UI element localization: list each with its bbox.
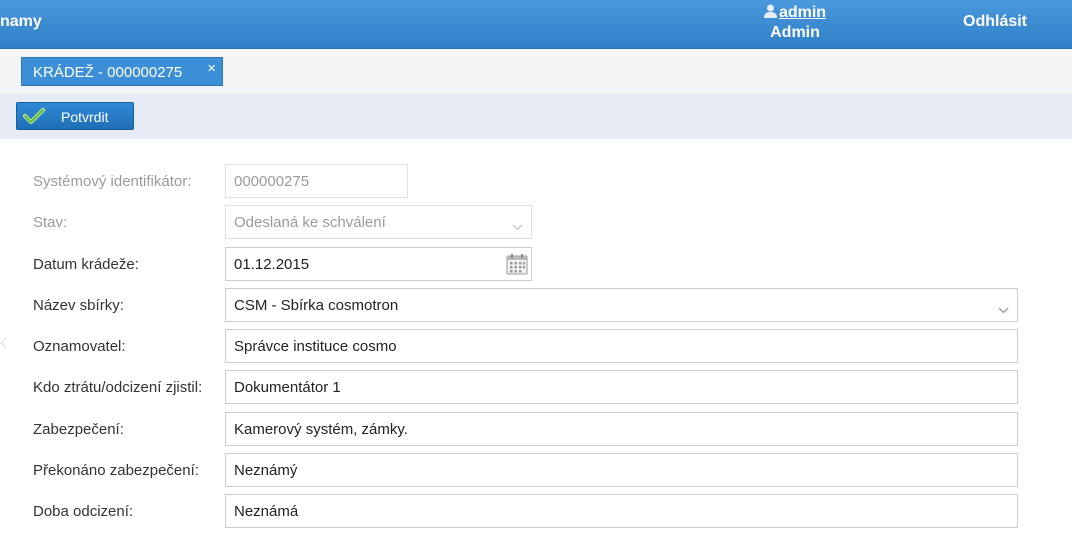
system-id-field: 000000275 [225,164,408,198]
theft-time-input[interactable]: Neznámá [225,494,1018,528]
checkmark-icon [23,107,45,128]
user-block: admin Admin [760,3,830,42]
status-select: Odeslaná ke schválení [225,205,532,239]
system-id-label: Systémový identifikátor: [33,173,192,190]
reporter-label: Oznamovatel: [33,338,126,355]
theft-date-input[interactable]: 01.12.2015 [225,247,532,281]
collection-name-value: CSM - Sbírka cosmotron [234,297,399,314]
calendar-icon[interactable] [506,253,528,279]
row-theft-time: Doba odcizení: Neznámá [0,494,1072,528]
toolbar: Potvrdit [0,94,1072,139]
discovered-by-label: Kdo ztrátu/odcizení zjistil: [33,379,203,396]
reporter-input[interactable]: Správce instituce cosmo [225,329,1018,363]
row-reporter: Oznamovatel: Správce instituce cosmo [0,329,1072,363]
security-input[interactable]: Kamerový systém, zámky. [225,412,1018,446]
row-security-overcome: Překonáno zabezpečení: Neznámý [0,453,1072,487]
confirm-button-label: Potvrdit [61,109,109,125]
security-overcome-input[interactable]: Neznámý [225,453,1018,487]
theft-time-label: Doba odcizení: [33,503,134,520]
security-label: Zabezpečení: [33,421,124,438]
tab-strip: KRÁDEŽ - 000000275 × [0,49,1072,94]
tab-label: KRÁDEŽ - 000000275 [33,64,183,81]
row-system-id: Systémový identifikátor: 000000275 [0,164,1072,198]
status-value: Odeslaná ke schválení [234,214,386,231]
user-icon [763,4,777,23]
security-overcome-label: Překonáno zabezpečení: [33,462,199,479]
row-status: Stav: Odeslaná ke schválení [0,205,1072,239]
logout-link[interactable]: Odhlásit [963,13,1027,31]
confirm-button[interactable]: Potvrdit [16,102,134,130]
chevron-down-icon [512,218,523,235]
app-header: namy admin Admin Odhlásit [0,0,1072,49]
row-collection-name: Název sbírky: CSM - Sbírka cosmotron [0,288,1072,322]
theft-date-label: Datum krádeže: [33,256,139,273]
collection-name-label: Název sbírky: [33,297,124,314]
user-name-link[interactable]: admin [779,4,826,21]
user-role: Admin [770,24,820,41]
tab-theft-record[interactable]: KRÁDEŽ - 000000275 × [21,57,223,86]
discovered-by-input[interactable]: Dokumentátor 1 [225,370,1018,404]
close-icon[interactable]: × [207,60,216,77]
chevron-down-icon [998,301,1009,318]
app-brand: namy [0,13,42,30]
theft-date-value: 01.12.2015 [234,256,310,273]
row-security: Zabezpečení: Kamerový systém, zámky. [0,412,1072,446]
row-discovered-by: Kdo ztrátu/odcizení zjistil: Dokumentáto… [0,370,1072,404]
row-theft-date: Datum krádeže: 01.12.2015 [0,247,1072,281]
status-label: Stav: [33,214,68,231]
collection-name-select[interactable]: CSM - Sbírka cosmotron [225,288,1018,322]
